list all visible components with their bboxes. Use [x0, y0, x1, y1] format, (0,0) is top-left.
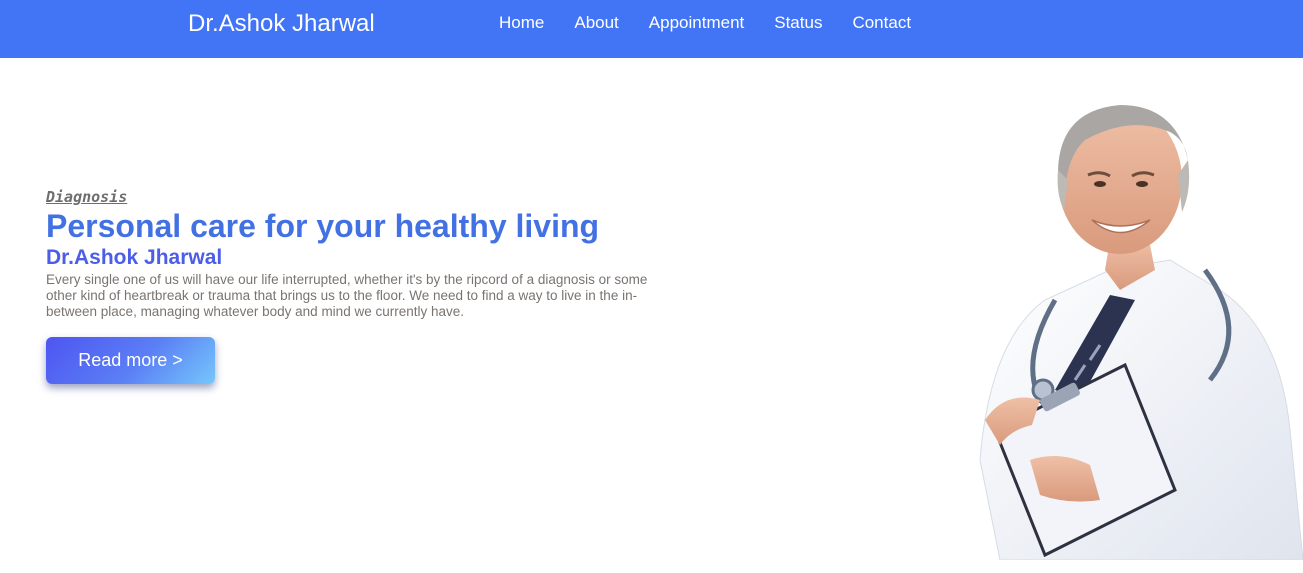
doctor-photo: [979, 105, 1303, 560]
nav-links: Home About Appointment Status Contact: [499, 13, 941, 33]
read-more-button[interactable]: Read more >: [46, 337, 215, 384]
hero-section: Diagnosis Personal care for your healthy…: [46, 188, 666, 320]
nav-item-home: Home: [499, 13, 544, 33]
nav-link-home[interactable]: Home: [499, 13, 544, 32]
hero-headline: Personal care for your healthy living: [46, 208, 600, 244]
navbar: Dr.Ashok Jharwal Home About Appointment …: [0, 0, 1303, 58]
nav-link-contact[interactable]: Contact: [852, 13, 911, 32]
nav-link-appointment[interactable]: Appointment: [649, 13, 744, 32]
nav-item-appointment: Appointment: [649, 13, 744, 33]
brand-link[interactable]: Dr.Ashok Jharwal: [188, 10, 375, 38]
nav-item-about: About: [574, 13, 618, 33]
nav-link-status[interactable]: Status: [774, 13, 822, 32]
nav-item-contact: Contact: [852, 13, 911, 33]
hero-description: Every single one of us will have our lif…: [46, 272, 648, 319]
hero-eyebrow: Diagnosis: [46, 188, 128, 206]
doctor-name: Dr.Ashok Jharwal: [46, 246, 223, 269]
nav-item-status: Status: [774, 13, 822, 33]
nav-link-about[interactable]: About: [574, 13, 618, 32]
